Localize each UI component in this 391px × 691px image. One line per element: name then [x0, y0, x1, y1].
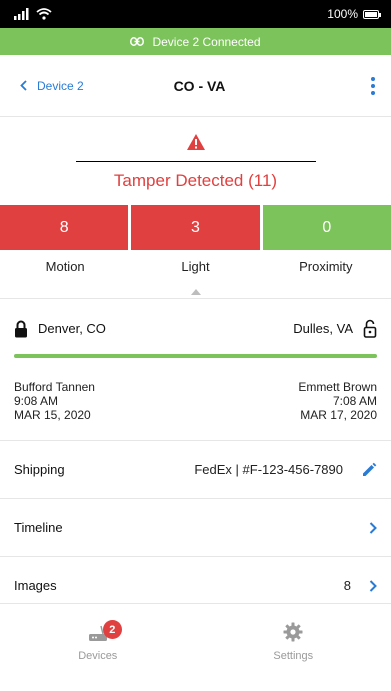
route-destination: Dulles, VA — [293, 319, 377, 338]
route-progress-fill — [14, 354, 377, 358]
tab-settings-label: Settings — [273, 650, 314, 662]
gear-icon — [283, 622, 303, 642]
origin-city: Denver, CO — [38, 321, 106, 336]
shipping-label: Shipping — [14, 462, 65, 477]
light-count: 3 — [191, 218, 200, 236]
bottom-tab-bar: 2 Devices Settings — [0, 603, 391, 691]
sensor-counts: 8 3 0 — [0, 205, 391, 250]
dest-time: 7:08 AM — [332, 394, 377, 408]
light-label: Light — [181, 259, 210, 274]
tab-settings[interactable]: Settings — [196, 604, 391, 691]
route-section: Denver, CO Dulles, VA — [0, 299, 391, 380]
chevron-left-icon — [20, 80, 27, 91]
chevron-right-icon — [369, 521, 377, 534]
collapse-toggle[interactable] — [0, 282, 391, 298]
back-label: Device 2 — [37, 78, 84, 93]
devices-badge: 2 — [102, 620, 122, 639]
warning-icon — [186, 134, 205, 150]
battery-icon — [363, 9, 381, 19]
motion-label: Motion — [45, 259, 85, 274]
alert-text: Tamper Detected (11) — [113, 171, 278, 190]
motion-count: 8 — [59, 218, 69, 236]
route-people: Bufford Tannen 9:08 AM MAR 15, 2020 Emme… — [0, 380, 391, 440]
sensor-labels: Motion Light Proximity — [0, 259, 391, 274]
link-icon — [130, 37, 145, 46]
motion-count-box[interactable]: 8 — [0, 205, 129, 250]
route-progress-bar — [14, 354, 377, 358]
signal-icon — [14, 8, 29, 20]
origin-date: MAR 15, 2020 — [14, 408, 91, 422]
alert-divider — [75, 161, 316, 162]
battery-percent: 100% — [327, 7, 358, 21]
route-row: Denver, CO Dulles, VA — [14, 319, 377, 338]
kebab-dot — [371, 91, 375, 95]
tab-devices[interactable]: 2 Devices — [0, 604, 196, 691]
status-bar: 100% — [0, 0, 391, 28]
proximity-count-box[interactable]: 0 — [262, 205, 391, 250]
wifi-icon — [36, 8, 52, 20]
tab-devices-label: Devices — [78, 650, 118, 662]
timeline-label: Timeline — [14, 520, 63, 535]
shipping-row[interactable]: Shipping FedEx | #F-123-456-7890 — [0, 440, 391, 498]
proximity-count: 0 — [322, 218, 332, 236]
dest-date: MAR 17, 2020 — [300, 408, 377, 422]
route-origin: Denver, CO — [14, 320, 106, 338]
caret-up-icon — [190, 289, 201, 295]
back-button[interactable]: Device 2 — [20, 79, 84, 93]
connection-text: Device 2 Connected — [152, 34, 261, 49]
more-options-button[interactable] — [371, 77, 375, 95]
tamper-alert: Tamper Detected (11) — [0, 117, 391, 191]
images-label: Images — [14, 578, 57, 593]
destination-city: Dulles, VA — [293, 321, 353, 336]
images-count: 8 — [343, 578, 351, 593]
connection-banner: Device 2 Connected — [0, 28, 391, 55]
lock-closed-icon — [15, 320, 27, 337]
kebab-dot — [371, 84, 375, 88]
kebab-dot — [371, 77, 375, 81]
origin-person-name: Bufford Tannen — [14, 380, 95, 394]
settings-icon-wrap — [283, 622, 303, 644]
shipping-value: FedEx | #F-123-456-7890 — [194, 462, 343, 477]
chevron-right-icon — [369, 579, 377, 592]
light-count-box[interactable]: 3 — [131, 205, 260, 250]
lock-open-icon — [363, 319, 377, 338]
proximity-label: Proximity — [299, 259, 353, 274]
status-left — [14, 8, 52, 20]
timeline-row[interactable]: Timeline — [0, 498, 391, 556]
destination-info: Emmett Brown 7:08 AM MAR 17, 2020 — [298, 380, 377, 440]
edit-pencil-icon[interactable] — [361, 462, 377, 478]
origin-time: 9:08 AM — [14, 394, 59, 408]
dest-person-name: Emmett Brown — [298, 380, 377, 394]
nav-bar: Device 2 CO - VA — [0, 55, 391, 117]
status-right: 100% — [327, 7, 381, 21]
devices-icon-wrap: 2 — [87, 620, 122, 644]
origin-info: Bufford Tannen 9:08 AM MAR 15, 2020 — [14, 380, 95, 440]
